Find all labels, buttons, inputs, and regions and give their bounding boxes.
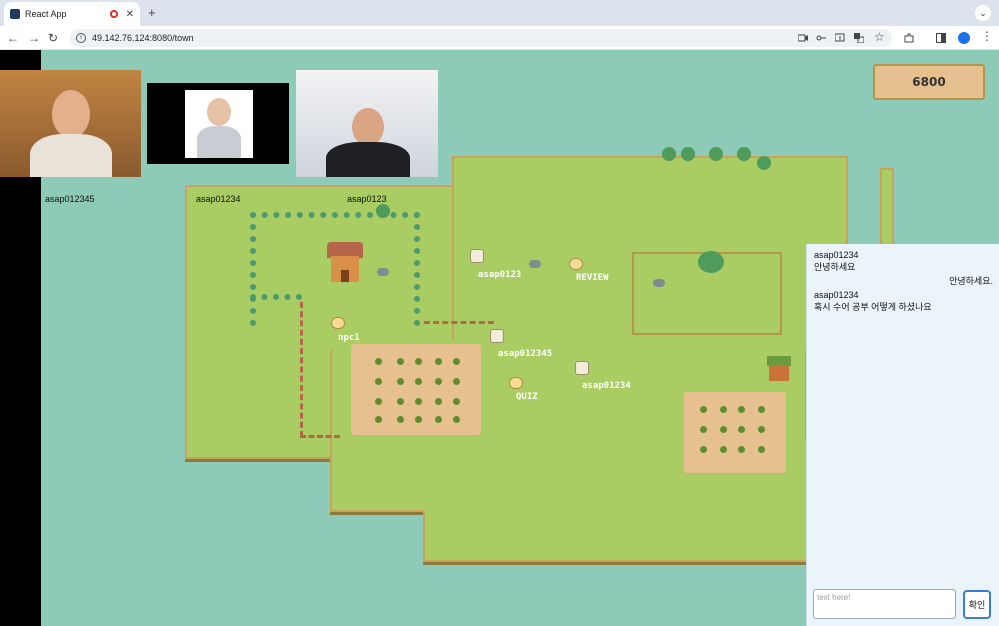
- reload-icon[interactable]: ↻: [48, 31, 58, 45]
- bookmark-star-icon[interactable]: ☆: [874, 30, 885, 44]
- rock: [653, 279, 665, 287]
- new-tab-button[interactable]: +: [148, 5, 156, 20]
- site-info-icon[interactable]: i: [76, 33, 86, 43]
- wooden-fence: [300, 302, 303, 437]
- profile-photo: [185, 90, 253, 158]
- send-button[interactable]: 확인: [963, 590, 991, 619]
- rock: [529, 260, 541, 268]
- tree: [681, 147, 695, 161]
- tree: [757, 156, 771, 170]
- translate-icon[interactable]: [854, 33, 864, 43]
- camera-name-label: asap0123: [347, 194, 387, 204]
- tab-react-app[interactable]: React App ✕: [4, 2, 140, 26]
- wooden-fence: [300, 435, 340, 438]
- video-tile[interactable]: [0, 70, 141, 177]
- chat-text: 혹시 수어 공부 어떻게 하셨나요: [814, 302, 932, 312]
- extensions-icon[interactable]: [904, 33, 914, 43]
- tree: [709, 147, 723, 161]
- score-badge: 6800: [873, 64, 985, 100]
- npc-sprite[interactable]: [331, 317, 345, 329]
- video-tile[interactable]: [296, 70, 438, 177]
- player-sprite[interactable]: [470, 249, 484, 263]
- camera-name-label: asap01234: [196, 194, 241, 204]
- chat-input[interactable]: [813, 589, 956, 619]
- npc-sprite[interactable]: [569, 258, 583, 270]
- camera-name-label: asap012345: [45, 194, 95, 204]
- rock: [377, 268, 389, 276]
- chat-text: 안녕하세요: [814, 262, 856, 272]
- url-text: 49.142.76.124:8080/town: [92, 33, 194, 43]
- key-icon[interactable]: [816, 33, 826, 43]
- hedge-border: [250, 288, 302, 300]
- url-field[interactable]: i 49.142.76.124:8080/town: [70, 29, 892, 47]
- wooden-fence: [424, 321, 494, 324]
- small-hut[interactable]: [767, 356, 791, 382]
- player-label: asap01234: [582, 381, 631, 391]
- participant-body: [30, 134, 112, 177]
- video-tile[interactable]: [147, 83, 289, 164]
- chat-panel: asap01234 안녕하세요 안녕하세요. asap01234 혹시 수어 공…: [806, 244, 999, 626]
- chat-message-self: 안녕하세요.: [949, 276, 993, 286]
- side-panel-icon[interactable]: [936, 33, 946, 43]
- menu-kebab-icon[interactable]: ⋮: [981, 29, 993, 43]
- npc-sprite[interactable]: [509, 377, 523, 389]
- npc-label: npc1: [338, 333, 360, 343]
- npc-label: QUIZ: [516, 392, 538, 402]
- crop-field: [351, 344, 481, 435]
- tab-title: React App: [25, 9, 67, 19]
- back-arrow-icon[interactable]: ←: [7, 31, 19, 45]
- crop-field: [684, 392, 786, 473]
- chat-message: asap01234 혹시 수어 공부 어떻게 하셨나요: [814, 289, 932, 313]
- player-sprite[interactable]: [575, 361, 589, 375]
- forward-arrow-icon[interactable]: →: [28, 31, 40, 45]
- app-favicon-icon: [10, 9, 20, 19]
- player-label: asap012345: [498, 349, 553, 359]
- tree: [376, 204, 390, 218]
- camera-icon[interactable]: [798, 33, 808, 43]
- participant-face: [52, 90, 90, 138]
- browser-tab-bar: React App ✕ + ⌄: [0, 0, 999, 26]
- tree: [698, 251, 724, 273]
- tab-search-chevron-icon[interactable]: ⌄: [975, 5, 991, 21]
- game-viewport[interactable]: asap0123 asap012345 asap01234 npc1 REVIE…: [0, 50, 999, 626]
- install-icon[interactable]: [835, 33, 845, 43]
- profile-avatar-icon[interactable]: [958, 32, 970, 44]
- player-label: asap0123: [478, 270, 522, 280]
- participant-body: [326, 142, 410, 177]
- tree: [662, 147, 676, 161]
- tree: [737, 147, 751, 161]
- recording-icon: [109, 10, 118, 18]
- address-bar: ← → ↻ i 49.142.76.124:8080/town ☆ ⋮: [0, 26, 999, 50]
- close-tab-icon[interactable]: ✕: [126, 9, 134, 20]
- player-sprite[interactable]: [490, 329, 504, 343]
- npc-label: REVIEW: [576, 273, 609, 283]
- chat-sender: asap01234: [814, 250, 859, 260]
- chat-sender: asap01234: [814, 290, 859, 300]
- chat-message: asap01234 안녕하세요: [814, 249, 859, 273]
- participant-face: [352, 108, 384, 146]
- wooden-house[interactable]: [327, 242, 363, 286]
